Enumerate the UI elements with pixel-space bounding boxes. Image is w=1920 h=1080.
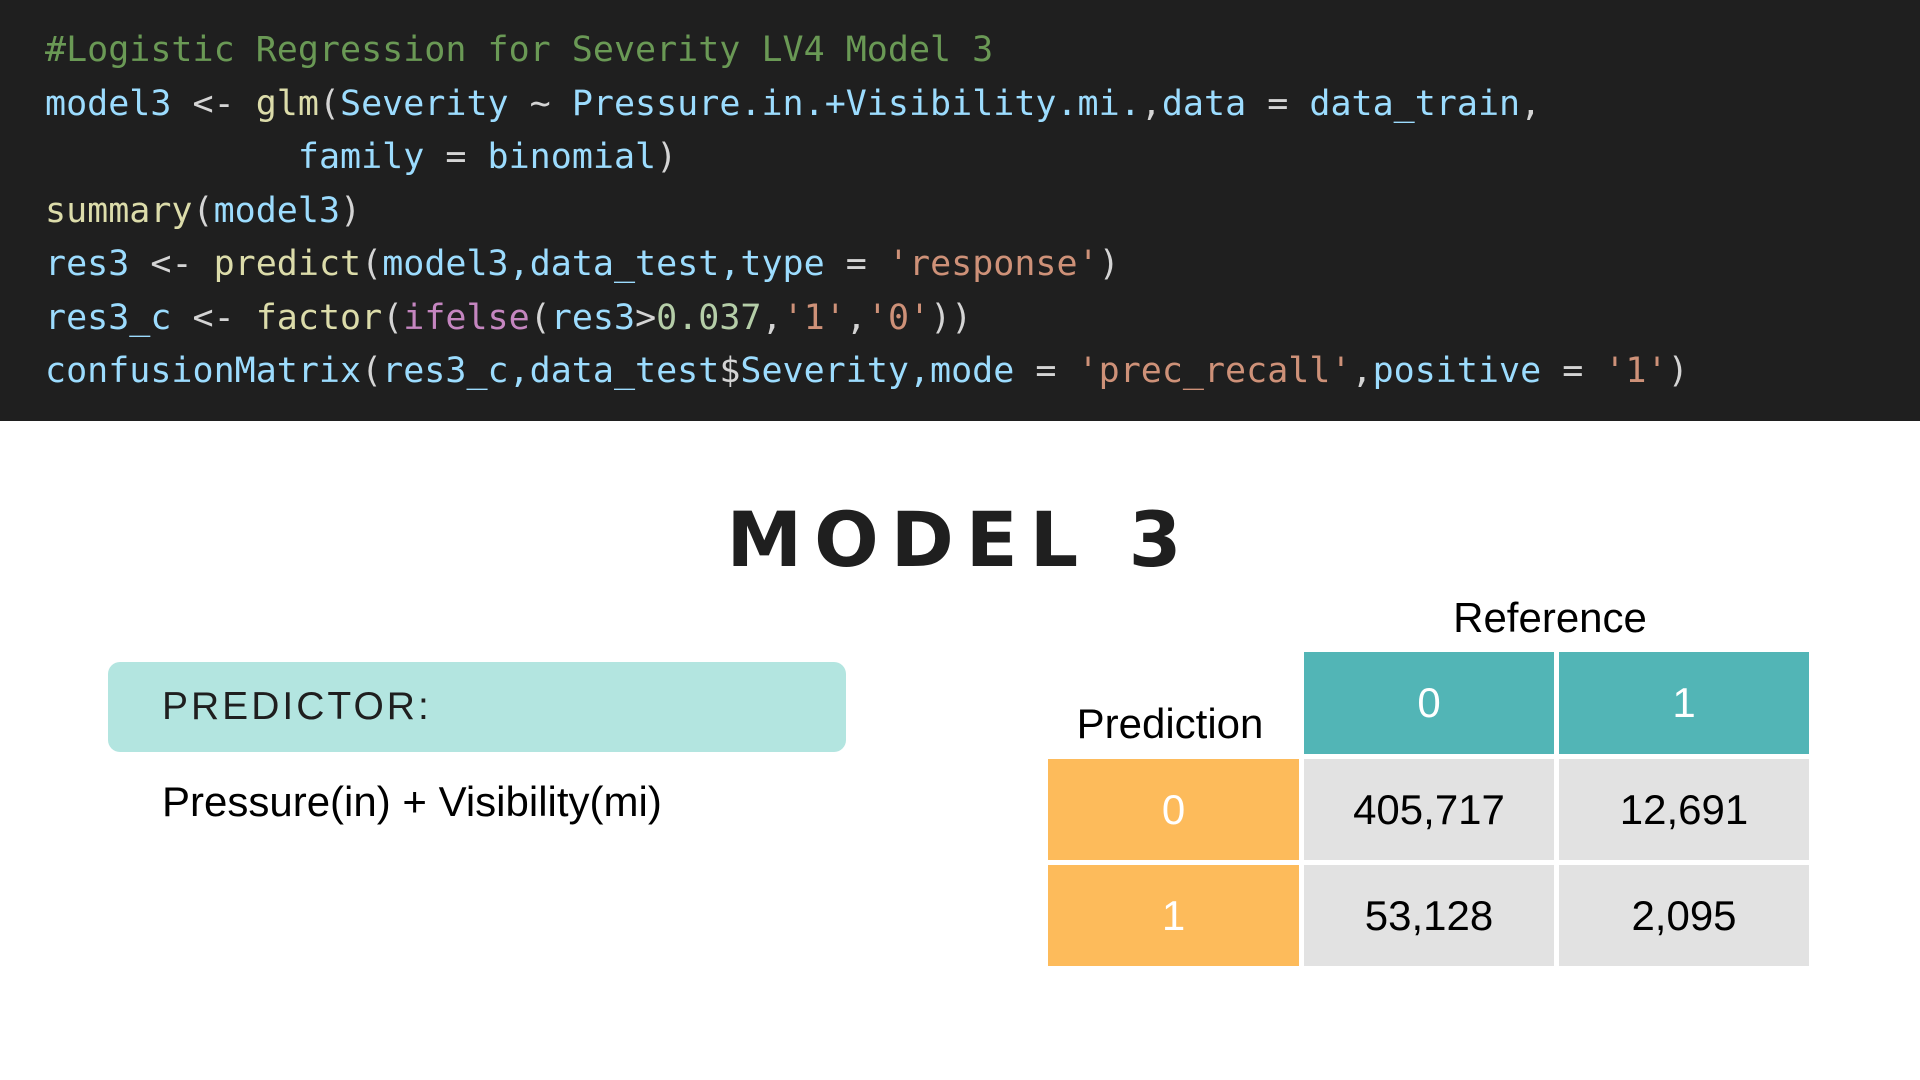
code-token: ( [192, 190, 214, 231]
prediction-label: Prediction [1076, 700, 1264, 747]
code-token: , [1351, 351, 1373, 391]
code-token: family [297, 137, 425, 177]
matrix-cell: 12,691 [1559, 759, 1809, 860]
code-token: ) [340, 190, 362, 231]
code-token: 0.037 [656, 297, 762, 338]
code-token: summary [45, 190, 193, 231]
code-token: model3 [45, 83, 172, 124]
code-token: = [1541, 351, 1605, 391]
code-token: , [761, 297, 783, 338]
code-token: $ [719, 351, 741, 391]
matrix-cell: 2,095 [1559, 865, 1809, 966]
code-token: 'response' [887, 244, 1099, 284]
code-line-5: res3 <- predict(model3,data_test,type = … [45, 238, 1920, 292]
code-token: ( [318, 83, 341, 124]
column-header: 1 [1559, 652, 1809, 754]
row-header: 1 [1048, 865, 1299, 966]
code-token: <- [171, 83, 256, 124]
code-token: binomial [487, 137, 657, 177]
column-header: 0 [1304, 652, 1554, 754]
code-token: data_train [1309, 83, 1521, 124]
predictor-value: Pressure(in) + Visibility(mi) [162, 778, 662, 825]
code-token: )) [930, 297, 973, 338]
code-token: res3_c [45, 297, 172, 338]
code-token: , [845, 297, 867, 338]
code-token: res3 [550, 297, 636, 338]
row-header: 0 [1048, 759, 1299, 860]
code-line-1: #Logistic Regression for Severity LV4 Mo… [45, 24, 1920, 78]
code-token: predict [213, 244, 362, 284]
code-token: = [1014, 351, 1078, 391]
code-token: positive [1372, 351, 1542, 391]
code-token: res3_c,data_test [382, 351, 720, 391]
code-token: factor [255, 297, 383, 338]
code-line-2: model3 <- glm(Severity ~ Pressure.in.+Vi… [45, 78, 1920, 132]
code-token: model3 [213, 190, 341, 231]
code-token: ( [361, 244, 383, 284]
code-token: res3 [45, 244, 130, 284]
code-token: <- [171, 297, 256, 338]
code-token: '1' [1604, 351, 1668, 391]
code-token: confusionMatrix [45, 351, 362, 391]
code-token: '0' [866, 297, 931, 338]
code-comment: #Logistic Regression for Severity LV4 Mo… [45, 30, 994, 70]
code-token: data [1161, 83, 1247, 124]
reference-label: Reference [1453, 594, 1647, 641]
code-token: ( [529, 297, 551, 338]
code-token: model3,data_test,type [382, 244, 825, 284]
code-token: Severity,mode [740, 351, 1015, 391]
code-token: , [1140, 83, 1162, 124]
code-token: ~ [508, 83, 572, 124]
code-token: ) [1667, 351, 1689, 391]
matrix-cell: 53,128 [1304, 865, 1554, 966]
code-line-3: family = binomial) [45, 131, 1920, 185]
code-line-6: res3_c <- factor(ifelse(res3>0.037,'1','… [45, 292, 1920, 346]
code-line-7: confusionMatrix(res3_c,data_test$Severit… [45, 345, 1920, 399]
page-title: MODEL 3 [726, 495, 1194, 584]
code-token: Severity [340, 83, 509, 124]
code-token: <- [129, 244, 214, 284]
code-token: ) [1098, 244, 1120, 284]
code-token: 'prec_recall' [1077, 351, 1352, 391]
code-token: = [1246, 83, 1310, 124]
matrix-cell: 405,717 [1304, 759, 1554, 860]
code-token: glm [255, 83, 319, 124]
code-token: = [424, 137, 488, 177]
code-token: ifelse [403, 297, 530, 338]
code-token: '1' [782, 297, 846, 338]
code-token: ( [361, 351, 383, 391]
code-token: = [824, 244, 888, 284]
code-token: Pressure.in.+Visibility.mi. [571, 83, 1141, 124]
code-token: ) [656, 137, 678, 177]
code-block: #Logistic Regression for Severity LV4 Mo… [0, 0, 1920, 421]
code-token: > [635, 297, 657, 338]
code-token: , [1520, 83, 1542, 124]
code-line-4: summary(model3) [45, 185, 1920, 239]
predictor-header: PREDICTOR: [108, 662, 846, 752]
code-token: ( [382, 297, 404, 338]
